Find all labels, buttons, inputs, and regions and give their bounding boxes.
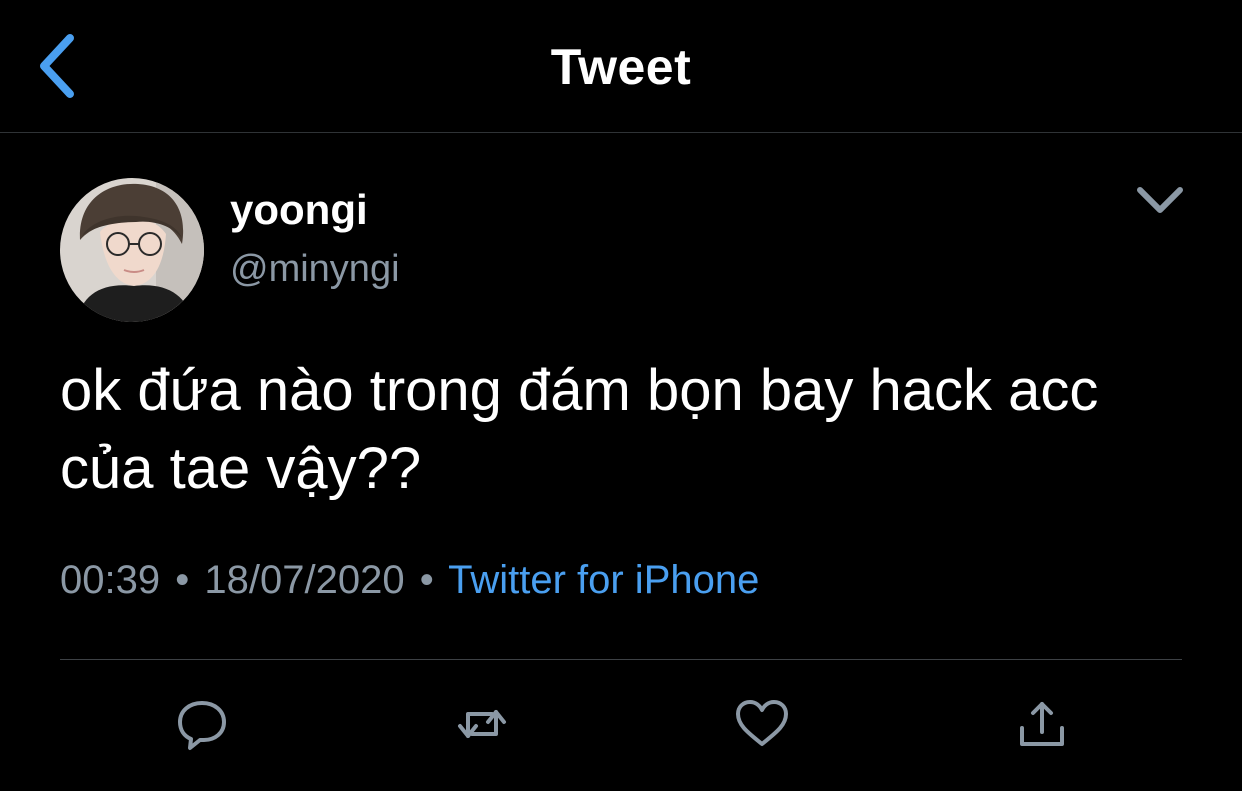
- display-name[interactable]: yoongi: [230, 186, 368, 234]
- top-bar: Tweet: [0, 0, 1242, 133]
- tweet-text-line: ok đứa nào trong đám bọn bay hack acc: [60, 358, 1099, 423]
- divider: [60, 659, 1182, 660]
- share-icon: [1020, 702, 1064, 746]
- reply-icon: [178, 701, 226, 750]
- tweet-text-line: của tae vậy??: [60, 436, 422, 501]
- tweet-source-link[interactable]: Twitter for iPhone: [448, 558, 759, 602]
- tweet-text: ok đứa nào trong đám bọn bay hack acc củ…: [60, 352, 1200, 508]
- retweet-icon: [458, 710, 506, 738]
- user-handle[interactable]: @minyngi: [230, 248, 400, 291]
- heart-icon: [736, 700, 788, 746]
- tweet-date: 18/07/2020: [204, 558, 405, 602]
- tweet-time: 00:39: [60, 558, 161, 602]
- more-options-button[interactable]: [1132, 178, 1188, 224]
- chevron-down-icon: [1137, 187, 1183, 213]
- retweet-button[interactable]: [452, 694, 512, 754]
- avatar[interactable]: [60, 178, 204, 322]
- page-title: Tweet: [550, 39, 692, 95]
- meta-separator: •: [175, 558, 190, 602]
- tweet-meta: 00:39 • 18/07/2020 • Twitter for iPhone: [60, 558, 759, 603]
- reply-button[interactable]: [172, 694, 232, 754]
- meta-separator: •: [419, 558, 434, 602]
- avatar-image: [60, 178, 204, 322]
- share-button[interactable]: [1012, 694, 1072, 754]
- like-button[interactable]: [732, 694, 792, 754]
